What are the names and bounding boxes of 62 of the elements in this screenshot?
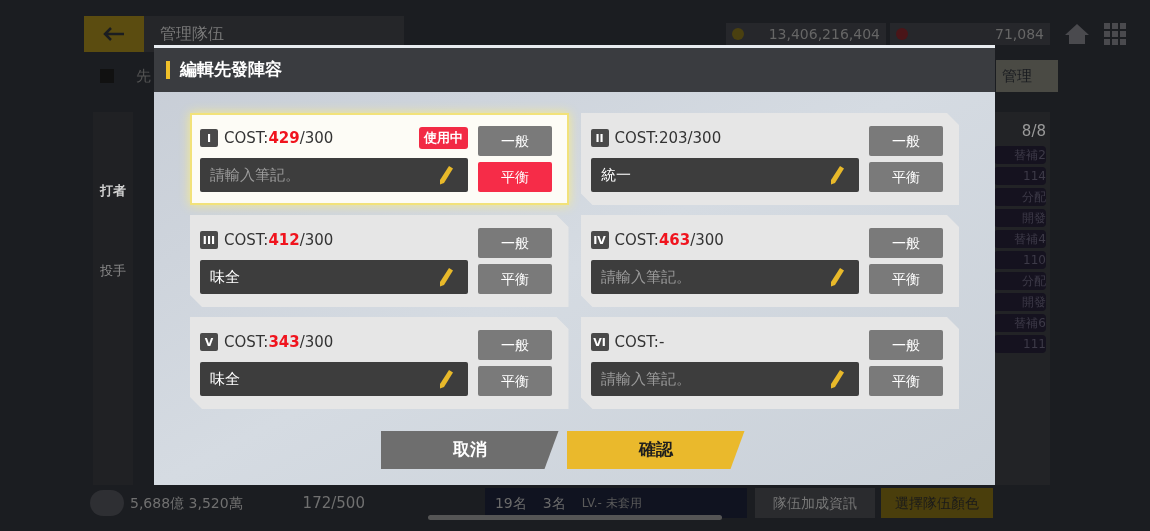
side-tab[interactable]: 投手 (93, 220, 133, 280)
gem-counter: 71,084 (890, 23, 1050, 45)
cost-text: COST:203/300 (614, 127, 722, 149)
lineup-numeral: VI (590, 333, 609, 351)
note-field[interactable]: 味全 (200, 260, 468, 294)
pencil-icon (438, 267, 454, 287)
pencil-icon (438, 165, 454, 185)
mode-button[interactable]: 平衡 (868, 264, 943, 294)
mode-button[interactable]: 一般 (868, 228, 943, 258)
mode-button[interactable]: 平衡 (868, 162, 943, 192)
capacity-text: 172/500 (302, 492, 365, 514)
note-field[interactable]: 味全 (200, 362, 468, 396)
mode-button[interactable]: 一般 (478, 330, 552, 360)
pencil-icon (438, 369, 454, 389)
note-field[interactable]: 統一 (590, 158, 859, 192)
cost-text: COST:429/300 (224, 127, 334, 149)
mode-button[interactable]: 平衡 (478, 264, 552, 294)
grid-menu-icon[interactable] (1104, 23, 1126, 45)
note-field[interactable]: 請輸入筆記。 (590, 260, 859, 294)
back-arrow-icon (102, 26, 126, 42)
lineup-numeral: IV (590, 231, 609, 249)
mode-button[interactable]: 一般 (478, 228, 552, 258)
mode-button[interactable]: 平衡 (868, 366, 943, 396)
lineup-numeral: V (200, 333, 218, 351)
roster-count: 8/8 (1021, 121, 1046, 142)
team-bonus-button[interactable]: 隊伍加成資訊 (754, 488, 875, 518)
coin-counter: 13,406,216,404 (726, 23, 886, 45)
side-tab[interactable]: 打者 (93, 140, 133, 200)
in-use-badge: 使用中 (419, 127, 468, 149)
note-field[interactable]: 請輸入筆記。 (200, 158, 468, 192)
lineup-numeral: II (590, 129, 609, 147)
pencil-icon (828, 369, 845, 389)
mode-button[interactable]: 一般 (478, 126, 552, 156)
cost-text: COST:412/300 (224, 229, 334, 251)
cost-text: COST:343/300 (224, 331, 334, 353)
mode-button[interactable]: 平衡 (478, 366, 552, 396)
st-level: LV.- 未套用 (581, 495, 642, 512)
lineup-numeral: I (200, 129, 218, 147)
money-text: 5,688億 3,520萬 (130, 493, 243, 513)
lineup-card[interactable]: IV COST:463/300 請輸入筆記。 一般 平衡 (580, 215, 959, 307)
subbar-label: 先 (136, 65, 151, 87)
lineup-card[interactable]: II COST:203/300 統一 一般 平衡 (580, 113, 959, 205)
confirm-button[interactable]: 確認 (566, 431, 745, 469)
mode-button[interactable]: 平衡 (478, 162, 552, 192)
cost-text: COST:463/300 (614, 229, 724, 251)
mode-button[interactable]: 一般 (868, 330, 943, 360)
lineup-card[interactable]: III COST:412/300 味全 一般 平衡 (190, 215, 569, 307)
lineup-numeral: III (200, 231, 218, 249)
lineup-card[interactable]: I COST:429/300 使用中 請輸入筆記。 一般 平衡 (190, 113, 569, 205)
pencil-icon (828, 267, 845, 287)
lineup-card[interactable]: V COST:343/300 味全 一般 平衡 (190, 317, 569, 409)
lineup-card[interactable]: VI COST:- 請輸入筆記。 一般 平衡 (580, 317, 959, 409)
s-count: 3名 (542, 493, 566, 513)
note-field[interactable]: 請輸入筆記。 (590, 362, 859, 396)
back-button[interactable] (84, 16, 144, 52)
mode-button[interactable]: 一般 (868, 126, 943, 156)
home-icon[interactable] (1064, 23, 1090, 45)
pencil-icon (828, 165, 845, 185)
cost-text: COST:- (614, 331, 665, 353)
cancel-button[interactable]: 取消 (380, 431, 559, 469)
t-count: 19名 (494, 493, 527, 513)
dialog-title: 編輯先發陣容 (180, 58, 282, 82)
